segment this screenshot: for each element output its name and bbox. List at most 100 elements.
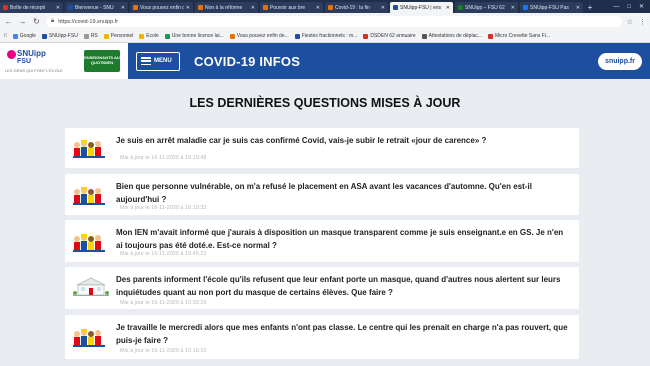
question-card[interactable]: Bien que personne vulnérable, on m'a ref…	[65, 174, 579, 215]
bookmark-favicon-icon	[164, 33, 170, 39]
tab-close-icon[interactable]: ✕	[251, 5, 255, 11]
logo-mark	[7, 50, 16, 59]
logo-name: SNUipp	[17, 49, 46, 58]
bookmark-item[interactable]: DSDEN 62 annuaire	[363, 33, 416, 39]
question-card[interactable]: Des parents informent l'école qu'ils ref…	[65, 267, 579, 309]
address-bar[interactable]: 🔒︎ https://covid-19.snuipp.fr	[46, 16, 622, 27]
bookmark-item[interactable]: Google	[12, 33, 36, 39]
bookmark-item[interactable]: Ecole	[139, 33, 159, 39]
children-illustration-icon	[73, 140, 105, 158]
minimize-icon[interactable]: —	[613, 2, 619, 13]
tab-favicon-icon	[523, 5, 528, 10]
question-thumbnail	[73, 184, 105, 206]
maximize-icon[interactable]: □	[627, 2, 631, 13]
back-icon[interactable]: ←	[4, 17, 13, 26]
page-heading: LES DERNIÈRES QUESTIONS MISES À JOUR	[189, 96, 461, 110]
browser-tab[interactable]: Bienvenue - SNU ✕	[65, 2, 128, 13]
tab-label: Covid-19 : la fin	[335, 4, 370, 11]
tab-favicon-icon	[133, 5, 138, 10]
bookmark-favicon-icon	[41, 33, 47, 39]
apps-icon[interactable]: ⁞⁞	[4, 33, 7, 39]
campaign-logo[interactable]: ENSEIGNANTS AU QUOTIDIEN	[84, 50, 120, 72]
bookmark-item[interactable]: Une bonne licence lai...	[164, 33, 224, 39]
question-updated-date: Mis à jour le 16-11-2020 à 15:45:23	[120, 251, 207, 257]
tab-label: Boîte de récepti	[10, 4, 46, 11]
tab-close-icon[interactable]: ✕	[186, 5, 190, 11]
bookmark-label: Vous pouvez enfin de...	[236, 33, 289, 39]
tab-close-icon[interactable]: ✕	[56, 5, 60, 11]
bookmark-favicon-icon	[139, 33, 145, 39]
tab-close-icon[interactable]: ✕	[316, 5, 320, 11]
question-updated-date: Mis à jour le 16-11-2020 à 15:16:10	[120, 348, 207, 354]
main-content: LES DERNIÈRES QUESTIONS MISES À JOUR Je …	[0, 79, 650, 366]
bookmark-item[interactable]: Vous pouvez enfin de...	[229, 33, 289, 39]
browser-tab[interactable]: Pouvoir aux bre ✕	[260, 2, 323, 13]
tab-favicon-icon	[328, 5, 333, 10]
question-thumbnail	[73, 137, 105, 159]
browser-tab[interactable]: SNUipp-FSU Pas ✕	[520, 2, 583, 13]
reload-icon[interactable]: ↻	[32, 17, 41, 26]
bookmark-favicon-icon	[229, 33, 235, 39]
bookmark-label: Attestations de déplac...	[428, 33, 483, 39]
bookmark-item[interactable]: Fiestes fractionnels : m...	[294, 33, 358, 39]
bookmark-favicon-icon	[103, 33, 109, 39]
site-banner: MENU COVID-19 INFOS snuipp.fr	[128, 43, 650, 79]
bookmark-label: Ecole	[146, 33, 159, 39]
tab-close-icon[interactable]: ✕	[511, 5, 515, 11]
bookmark-label: Google	[19, 33, 36, 39]
menu-button[interactable]: MENU	[136, 51, 180, 71]
new-tab-button[interactable]: +	[585, 2, 595, 13]
browser-tab[interactable]: Non à la réforme ✕	[195, 2, 258, 13]
browser-tab[interactable]: Boîte de récepti ✕	[0, 2, 63, 13]
children-illustration-icon	[73, 234, 105, 252]
star-icon[interactable]: ☆	[627, 18, 633, 26]
question-card[interactable]: Mon IEN m'avait informé que j'aurais à d…	[65, 220, 579, 262]
bookmark-label: SNUipp-FSU	[48, 33, 78, 39]
bookmark-item[interactable]: Micro Crevette Sans Fi...	[488, 33, 550, 39]
tab-close-icon[interactable]: ✕	[121, 5, 125, 11]
question-card[interactable]: Je travaille le mercredi alors que mes e…	[65, 315, 579, 359]
tab-favicon-icon	[3, 5, 8, 10]
extensions-icon[interactable]: ⋮	[639, 18, 646, 26]
tab-label: SNUipp-FSU | ens	[400, 4, 442, 11]
tab-label: Pouvoir aux bre	[270, 4, 306, 11]
browser-tab[interactable]: Covid-19 : la fin ✕	[325, 2, 388, 13]
bookmark-item[interactable]: RS	[83, 33, 98, 39]
tab-close-icon[interactable]: ✕	[381, 5, 385, 11]
question-updated-date: Mis à jour le 16-11-2020 à 16:19:48	[120, 155, 207, 161]
bookmark-item[interactable]: Personnel	[103, 33, 134, 39]
tab-close-icon[interactable]: ✕	[576, 5, 580, 11]
forward-icon[interactable]: →	[18, 17, 27, 26]
question-text[interactable]: Mon IEN m'avait informé que j'aurais à d…	[116, 226, 571, 252]
bookmark-item[interactable]: SNUipp-FSU	[41, 33, 78, 39]
site-header: SNUipp FSU LES GENS QUI FONT L'ÉCOLE ENS…	[0, 43, 650, 79]
snuipp-logo[interactable]: SNUipp FSU LES GENS QUI FONT L'ÉCOLE	[5, 47, 65, 75]
question-text[interactable]: Je suis en arrêt maladie car je suis cas…	[116, 134, 571, 147]
tab-label: SNUipp – FSU 62	[465, 4, 505, 11]
snuipp-link-button[interactable]: snuipp.fr	[598, 52, 642, 70]
tab-close-icon[interactable]: ✕	[446, 5, 450, 11]
question-card[interactable]: Je suis en arrêt maladie car je suis cas…	[65, 128, 579, 168]
bookmark-favicon-icon	[363, 33, 369, 39]
question-text[interactable]: Bien que personne vulnérable, on m'a ref…	[116, 180, 571, 206]
bookmark-label: Personnel	[110, 33, 134, 39]
close-window-icon[interactable]: ✕	[639, 2, 644, 13]
window-controls: — □ ✕	[613, 2, 650, 13]
tab-label: SNUipp-FSU Pas	[530, 4, 569, 11]
question-text[interactable]: Je travaille le mercredi alors que mes e…	[116, 321, 571, 347]
children-illustration-icon	[73, 187, 105, 205]
tab-favicon-icon	[68, 5, 73, 10]
tab-favicon-icon	[458, 5, 463, 10]
bookmark-item[interactable]: Attestations de déplac...	[421, 33, 483, 39]
bookmark-label: Micro Crevette Sans Fi...	[495, 33, 551, 39]
bookmark-favicon-icon	[12, 33, 18, 39]
bookmark-label: Fiestes fractionnels : m...	[301, 33, 358, 39]
url-text: https://covid-19.snuipp.fr	[58, 18, 119, 25]
browser-tab[interactable]: SNUipp-FSU | ens ✕	[390, 2, 453, 13]
question-text[interactable]: Des parents informent l'école qu'ils ref…	[116, 273, 571, 299]
browser-tab[interactable]: Vous pouvez enfin d ✕	[130, 2, 193, 13]
tab-label: Non à la réforme	[205, 4, 243, 11]
question-updated-date: Mis à jour le 16-11-2020 à 15:32:29	[120, 300, 207, 306]
bookmark-label: Une bonne licence lai...	[171, 33, 224, 39]
browser-tab[interactable]: SNUipp – FSU 62 ✕	[455, 2, 518, 13]
